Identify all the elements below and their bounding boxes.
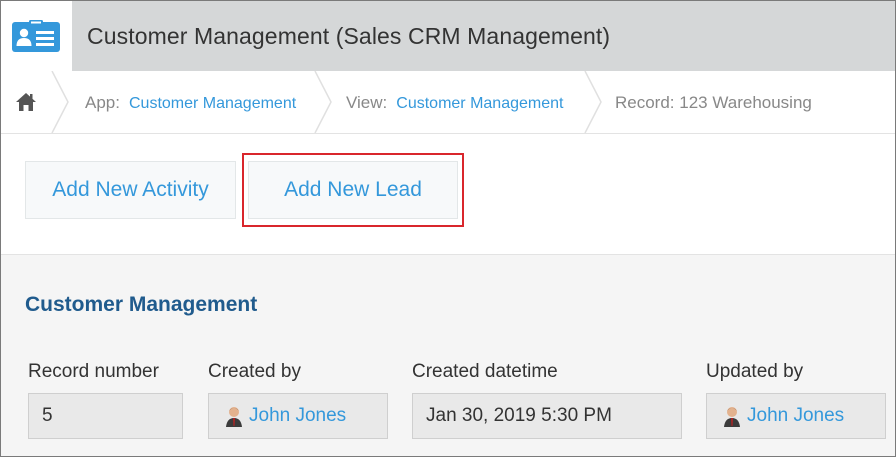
section-title: Customer Management: [25, 293, 258, 316]
breadcrumb-app: App: Customer Management: [85, 93, 296, 113]
app-icon-container[interactable]: [1, 1, 72, 71]
record-detail-panel: Customer Management Record number 5 Crea…: [1, 254, 895, 456]
breadcrumb-view-prefix: View:: [346, 93, 388, 112]
highlight-box: [242, 153, 464, 227]
updated-by-value: John Jones: [706, 393, 886, 439]
app-title: Customer Management (Sales CRM Managemen…: [87, 23, 611, 49]
app-window: Customer Management (Sales CRM Managemen…: [0, 0, 896, 457]
customer-card-icon: [12, 20, 60, 52]
breadcrumb: App: Customer Management View: Customer Ma…: [1, 71, 895, 134]
created-by-user-link[interactable]: John Jones: [249, 405, 346, 427]
user-avatar-icon: [724, 407, 740, 427]
record-number-value: 5: [28, 393, 183, 439]
breadcrumb-view: View: Customer Management: [346, 93, 563, 113]
created-datetime-label: Created datetime: [412, 361, 558, 382]
created-datetime-value: Jan 30, 2019 5:30 PM: [412, 393, 682, 439]
updated-by-label: Updated by: [706, 361, 804, 382]
updated-by-user-link[interactable]: John Jones: [747, 405, 844, 427]
breadcrumb-view-link[interactable]: Customer Management: [396, 95, 563, 112]
breadcrumb-app-prefix: App:: [85, 93, 120, 112]
created-by-value: John Jones: [208, 393, 388, 439]
breadcrumb-app-link[interactable]: Customer Management: [129, 95, 296, 112]
breadcrumb-record: Record: 123 Warehousing: [615, 93, 812, 112]
breadcrumb-separator: [314, 71, 332, 133]
add-new-activity-button[interactable]: Add New Activity: [25, 161, 236, 219]
app-header: Customer Management (Sales CRM Managemen…: [1, 1, 895, 71]
breadcrumb-separator: [51, 71, 69, 133]
created-datetime-text: Jan 30, 2019 5:30 PM: [426, 405, 612, 426]
record-number-text: 5: [42, 405, 53, 426]
record-number-label: Record number: [28, 361, 159, 382]
home-icon[interactable]: [15, 92, 37, 112]
user-avatar-icon: [226, 407, 242, 427]
created-by-label: Created by: [208, 361, 301, 382]
breadcrumb-separator: [584, 71, 602, 133]
